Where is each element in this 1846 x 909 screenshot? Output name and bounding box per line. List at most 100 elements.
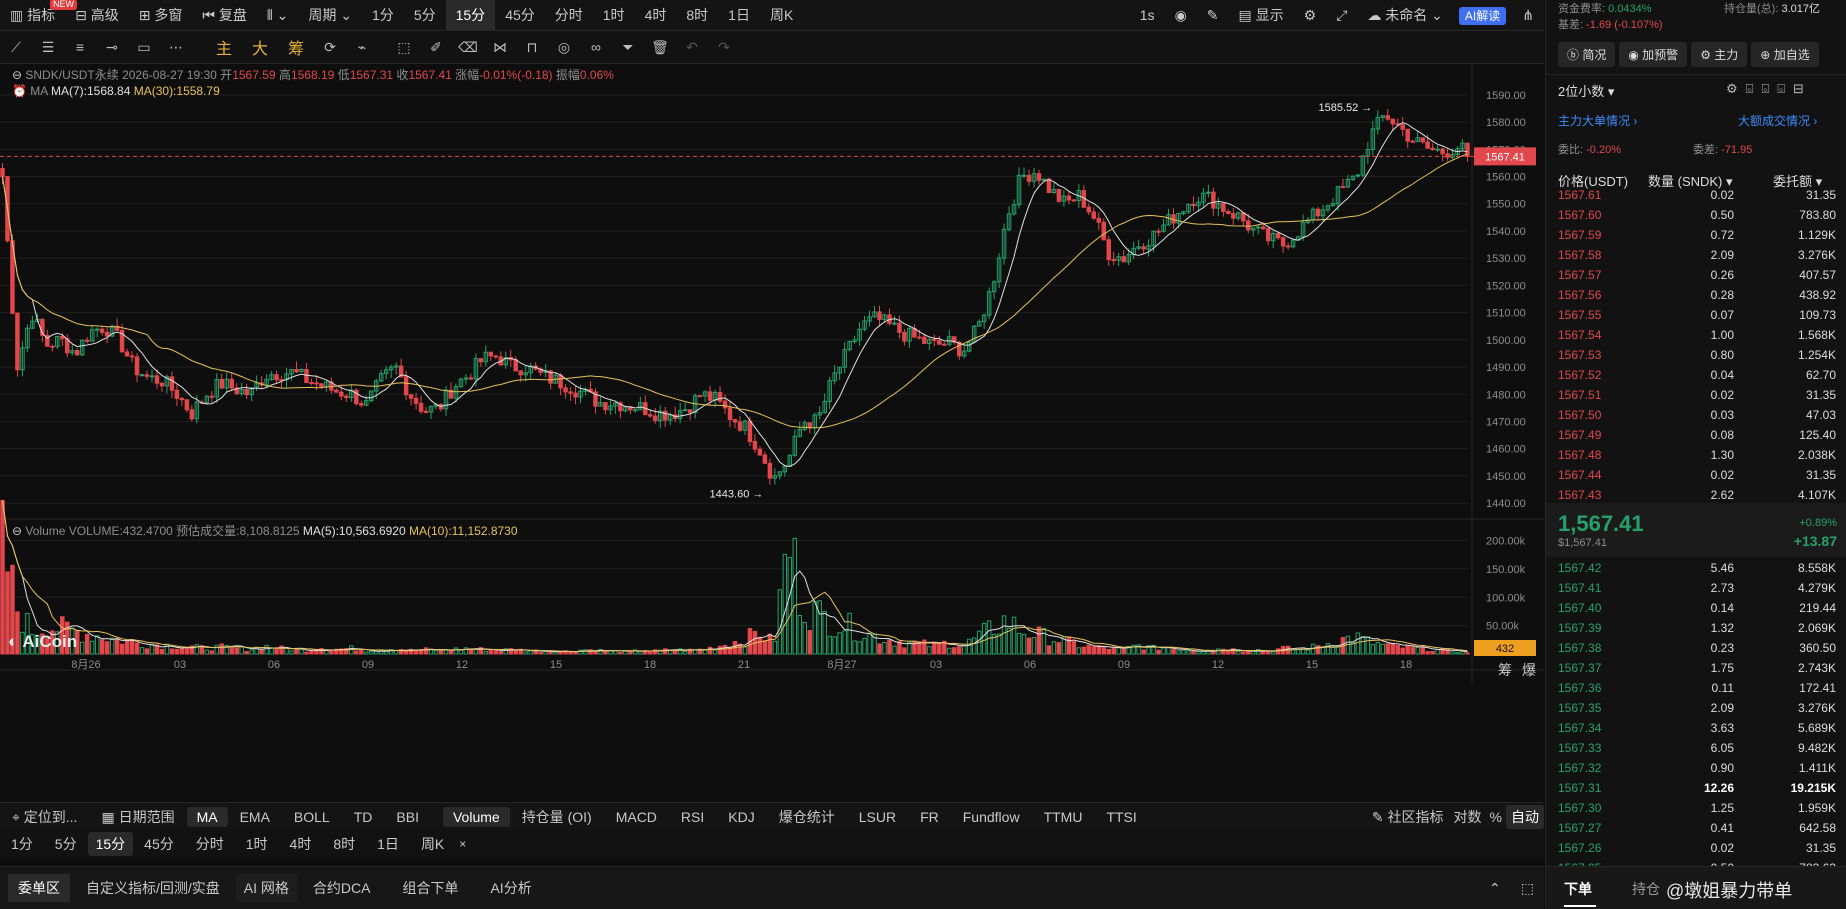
oi-tab[interactable]: 持仓量 (OI) [510, 807, 604, 827]
multi-window-button[interactable]: ⊞ 多窗 [129, 0, 193, 30]
interval-1m[interactable]: 1分 [362, 0, 404, 30]
bid-row[interactable]: 1567.26 0.02 31.35 [1558, 839, 1838, 859]
interval-1d[interactable]: 1日 [718, 0, 760, 30]
collapse-icon[interactable]: ⌃ [1479, 880, 1511, 897]
bottom-interval-1m[interactable]: 1分 [0, 834, 44, 854]
fr-tab[interactable]: FR [908, 809, 951, 825]
bid-row[interactable]: 1567.41 2.73 4.279K [1558, 579, 1838, 599]
ask-row[interactable]: 1567.59 0.72 1.129K [1558, 226, 1838, 246]
filter-icon[interactable]: ⏷ [612, 39, 644, 56]
ruler-icon[interactable]: ✐ [420, 39, 452, 56]
rsi-tab[interactable]: RSI [669, 809, 716, 825]
interval-1h[interactable]: 1时 [593, 0, 635, 30]
bid-row[interactable]: 1567.30 1.25 1.959K [1558, 799, 1838, 819]
bid-row[interactable]: 1567.34 3.63 5.689K [1558, 719, 1838, 739]
price-chart-svg[interactable]: 1590.001580.001570.001560.001550.001540.… [0, 64, 1544, 769]
lock-icon[interactable]: ⊓ [516, 39, 548, 56]
bottom-interval-5m[interactable]: 5分 [44, 834, 88, 854]
ttmu-tab[interactable]: TTMU [1032, 809, 1095, 825]
rectangle-icon[interactable]: ▭ [128, 39, 160, 56]
bid-row[interactable]: 1567.35 2.09 3.276K [1558, 699, 1838, 719]
main-orders-link[interactable]: 主力大单情况 › [1558, 112, 1637, 129]
bid-row[interactable]: 1567.27 0.41 642.58 [1558, 819, 1838, 839]
bid-row[interactable]: 1567.37 1.75 2.743K [1558, 659, 1838, 679]
hide-icon[interactable]: ◎ [548, 39, 580, 56]
eraser-icon[interactable]: ⌫ [452, 39, 484, 56]
advanced-button[interactable]: ⊟ 高级 [65, 0, 129, 30]
layout-dropdown[interactable]: ☁ 未命名 ⌄ [1357, 0, 1453, 30]
td-tab[interactable]: TD [342, 809, 385, 825]
macd-tab[interactable]: MACD [604, 809, 669, 825]
horizontal-lines-icon[interactable]: ☰ [32, 39, 64, 56]
redo-icon[interactable]: ↷ [708, 39, 740, 56]
main-label[interactable]: 主 [206, 35, 242, 59]
tab-ai-analysis[interactable]: AI分析 [474, 878, 547, 898]
bid-row[interactable]: 1567.42 5.46 8.558K [1558, 559, 1838, 579]
ask-row[interactable]: 1567.54 1.00 1.568K [1558, 326, 1838, 346]
indicator-button[interactable]: ▥ 指标 NEW [0, 0, 77, 30]
tab-positions[interactable]: 持仓 [1632, 879, 1660, 899]
auto-scale-toggle[interactable]: 自动 [1506, 805, 1544, 829]
fundflow-tab[interactable]: Fundflow [951, 809, 1032, 825]
seconds-button[interactable]: 1s [1130, 0, 1165, 30]
parallel-lines-icon[interactable]: ≡ [64, 39, 96, 55]
bid-row[interactable]: 1567.31 12.26 19.215K [1558, 779, 1838, 799]
date-range-button[interactable]: ▦ 日期范围 [89, 807, 186, 827]
tab-combo-order[interactable]: 组合下单 [386, 878, 474, 898]
community-indicator-button[interactable]: ✎ 社区指标 [1366, 807, 1450, 827]
orderbook-view-icons[interactable]: ⚙⌺⌺⌺⊟ [1726, 81, 1812, 97]
bottom-interval-1h[interactable]: 1时 [235, 834, 279, 854]
magnet-icon[interactable]: ⋈ [484, 39, 516, 56]
chip-label[interactable]: 筹 [278, 35, 314, 59]
bid-row[interactable]: 1567.33 6.05 9.482K [1558, 739, 1838, 759]
main-force-button[interactable]: ⚙ 主力 [1691, 42, 1748, 67]
trend-line-icon[interactable]: ⟋ [0, 39, 32, 56]
liquidation-tag[interactable]: 爆 [1522, 660, 1536, 680]
overview-button[interactable]: ⓑ 简况 [1558, 42, 1616, 67]
bid-row[interactable]: 1567.36 0.11 172.41 [1558, 679, 1838, 699]
cycle-icon[interactable]: ⟳ [314, 39, 346, 56]
chip-tag[interactable]: 筹 [1498, 660, 1512, 680]
percent-toggle[interactable]: % [1486, 809, 1506, 825]
trash-icon[interactable]: 🗑 [644, 39, 676, 56]
select-icon[interactable]: ⬚ [388, 39, 420, 56]
period-dropdown[interactable]: 周期 ⌄ [298, 0, 362, 30]
ask-row[interactable]: 1567.60 0.50 783.80 [1558, 206, 1838, 226]
bottom-interval-15m[interactable]: 15分 [87, 832, 134, 856]
bid-row[interactable]: 1567.32 0.90 1.411K [1558, 759, 1838, 779]
bid-row[interactable]: 1567.40 0.14 219.44 [1558, 599, 1838, 619]
tab-orders[interactable]: 委单区 [8, 874, 70, 902]
alarm-icon[interactable]: ⏰ [12, 84, 27, 98]
ai-interpret-button[interactable]: AI解读 [1453, 0, 1512, 30]
link-icon[interactable]: ∞ [580, 39, 612, 55]
interval-1w[interactable]: 周K [760, 0, 803, 30]
interval-4h[interactable]: 4时 [635, 0, 677, 30]
liquidation-tab[interactable]: 爆仓统计 [767, 807, 847, 827]
tab-ai-grid[interactable]: AI 网格 [235, 874, 297, 902]
tab-place-order[interactable]: 下单 [1564, 879, 1592, 899]
interval-45m[interactable]: 45分 [495, 0, 545, 30]
kdj-tab[interactable]: KDJ [716, 809, 766, 825]
interval-timeshare[interactable]: 分时 [545, 0, 593, 30]
bid-row[interactable]: 1567.39 1.32 2.069K [1558, 619, 1838, 639]
log-scale-toggle[interactable]: 对数 [1450, 807, 1486, 827]
ask-row[interactable]: 1567.52 0.04 62.70 [1558, 366, 1838, 386]
decimals-dropdown[interactable]: 2位小数 ▾ [1558, 81, 1614, 100]
ray-icon[interactable]: ⊸ [96, 39, 128, 56]
volume-tab[interactable]: Volume [442, 807, 510, 827]
pencil-icon[interactable]: ✎ [1197, 0, 1229, 30]
maximize-icon[interactable]: ⬚ [1511, 880, 1544, 897]
ma-tab[interactable]: MA [186, 807, 228, 827]
ask-row[interactable]: 1567.49 0.08 125.40 [1558, 426, 1838, 446]
bottom-interval-timeshare[interactable]: 分时 [185, 834, 235, 854]
ask-row[interactable]: 1567.51 0.02 31.35 [1558, 386, 1838, 406]
brush-icon[interactable]: ⌁ [346, 39, 378, 56]
ask-row[interactable]: 1567.56 0.28 438.92 [1558, 286, 1838, 306]
replay-button[interactable]: ⏮ 复盘 [192, 0, 257, 30]
ask-row[interactable]: 1567.61 0.02 31.35 [1558, 186, 1838, 206]
ttsi-tab[interactable]: TTSI [1094, 809, 1148, 825]
big-label[interactable]: 大 [242, 35, 278, 59]
bid-row[interactable]: 1567.38 0.23 360.50 [1558, 639, 1838, 659]
ask-row[interactable]: 1567.50 0.03 47.03 [1558, 406, 1838, 426]
locate-button[interactable]: ⌖ 定位到... [0, 807, 89, 827]
